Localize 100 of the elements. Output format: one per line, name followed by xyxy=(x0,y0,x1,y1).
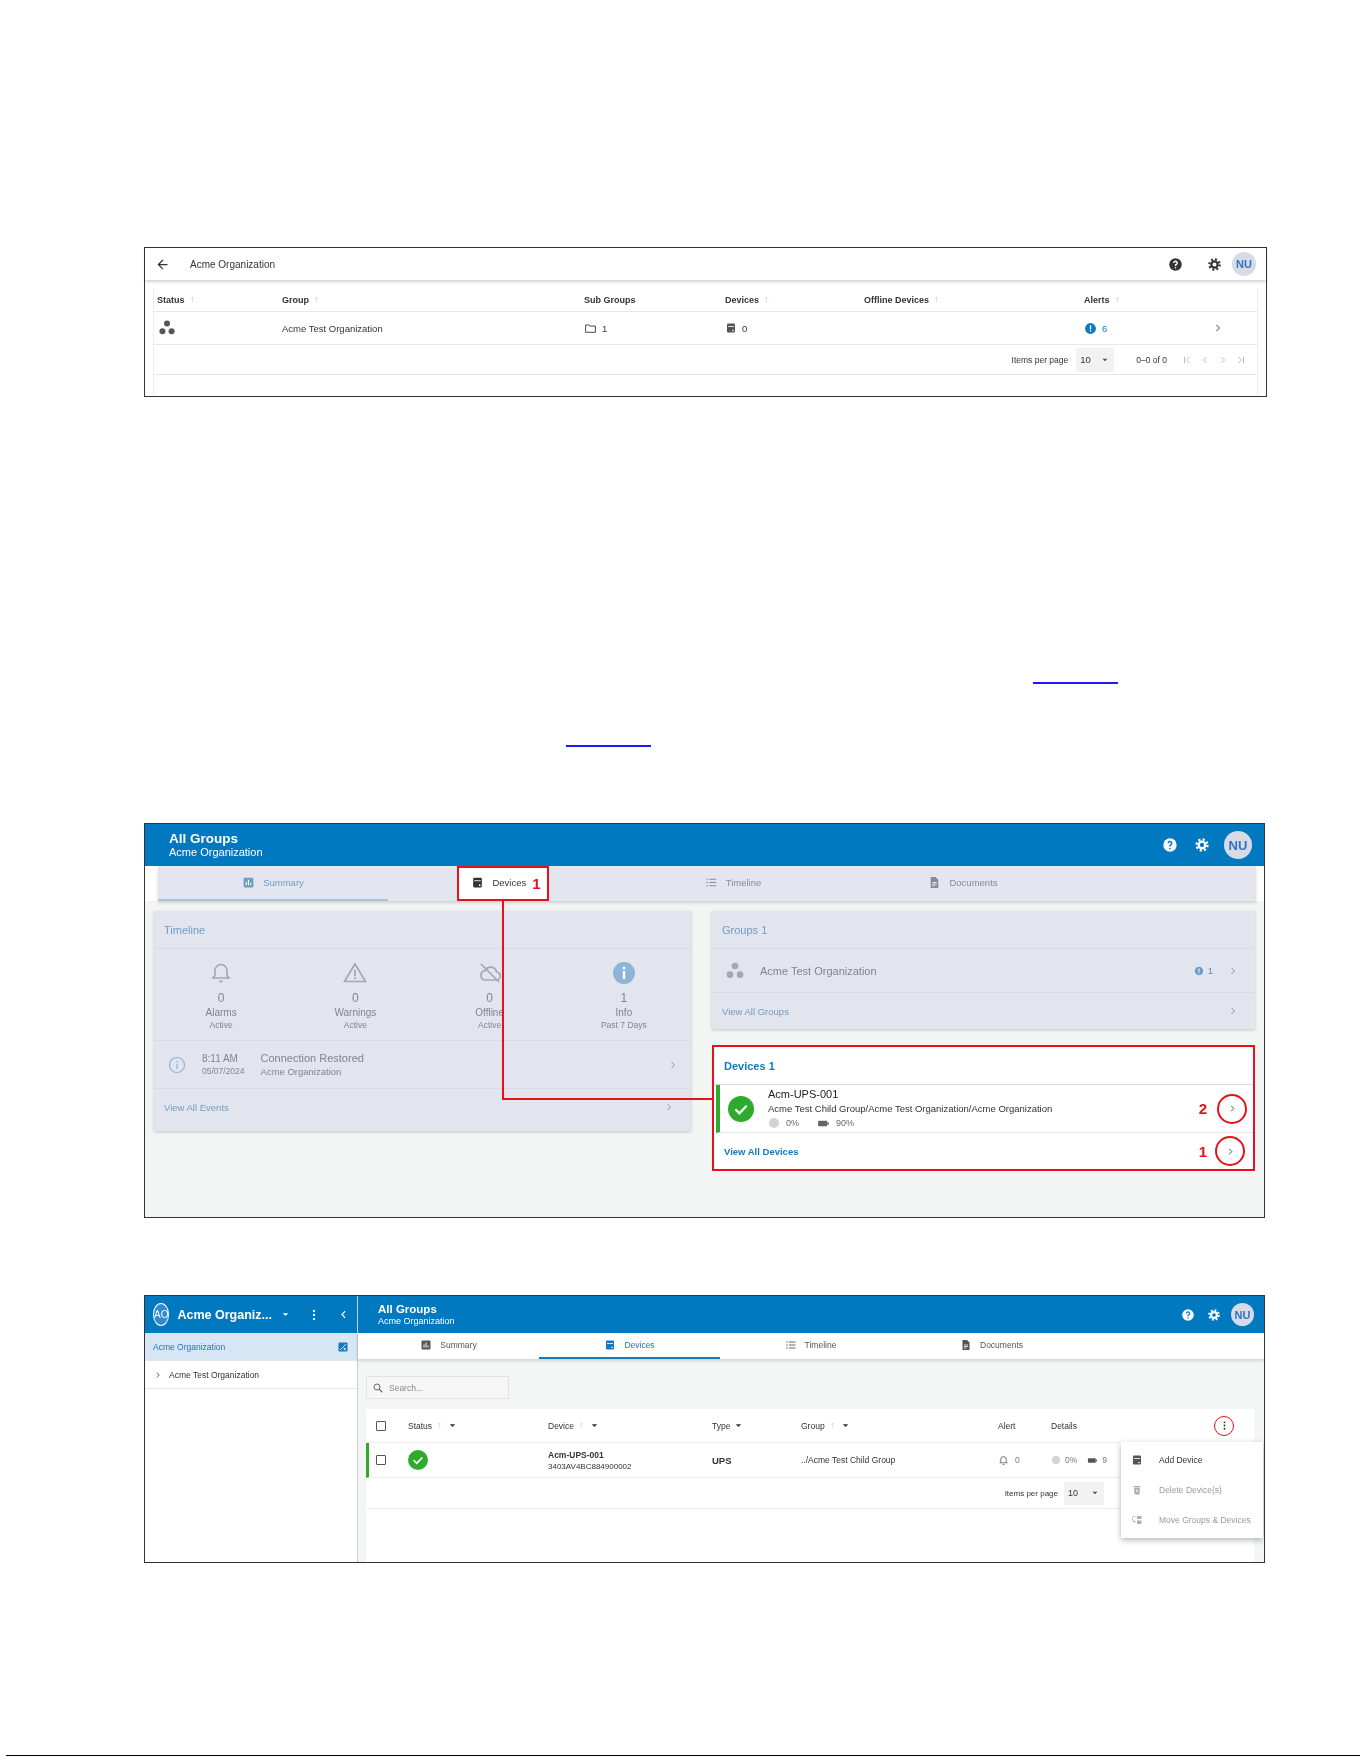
page-title: Acme Organization xyxy=(190,258,276,270)
timeline-icon xyxy=(704,876,718,889)
device-name[interactable]: Acm-UPS-001 xyxy=(548,1449,712,1460)
callout-number: 2 xyxy=(1198,1100,1207,1117)
page-subtitle: Acme Organization xyxy=(169,846,263,859)
alert-icon xyxy=(1193,965,1204,976)
stat-count: 0 xyxy=(352,991,359,1005)
battery-value: 9 xyxy=(1102,1455,1108,1465)
card-title: Groups 1 xyxy=(722,923,768,936)
table-cell: Acme Test Organization xyxy=(282,322,383,334)
stat-label: Alarms xyxy=(205,1007,237,1018)
org-selector[interactable]: Acme Organiz... xyxy=(177,1307,272,1322)
column-header[interactable]: Type xyxy=(712,1420,731,1431)
status-ok-icon xyxy=(408,1450,428,1470)
move-icon xyxy=(1131,1514,1143,1526)
devices-icon xyxy=(604,1339,617,1351)
table-cell-text: ../Acme Test Child Group xyxy=(801,1455,897,1465)
device-serial: 3403AV4BC884900002 xyxy=(548,1461,633,1471)
info-icon xyxy=(611,961,636,985)
device-path: Acme Test Child Group/Acme Test Organization/Acme Organization xyxy=(768,1102,1053,1114)
stat-sublabel: Active xyxy=(343,1020,367,1030)
page-size-select[interactable]: 10 xyxy=(1076,347,1115,372)
column-header[interactable]: Devices xyxy=(725,294,760,305)
stat-sublabel: Active xyxy=(478,1020,502,1030)
bell-icon xyxy=(998,1454,1009,1466)
device-name[interactable]: Acm-UPS-001 xyxy=(768,1087,1053,1100)
select-all-checkbox[interactable] xyxy=(376,1420,386,1431)
warning-icon xyxy=(343,961,368,985)
tree-item[interactable]: Acme Test Organization xyxy=(145,1361,357,1389)
callout-number: 1 xyxy=(532,875,541,892)
table-cell: 1 xyxy=(602,322,608,334)
tab[interactable]: Documents xyxy=(901,1333,1082,1359)
info-icon xyxy=(168,1055,186,1074)
menu-item[interactable]: Add Device xyxy=(1121,1445,1263,1475)
user-avatar[interactable]: NU xyxy=(1231,1303,1254,1326)
event-title: Connection Restored xyxy=(260,1052,364,1064)
column-header[interactable]: Alert xyxy=(998,1420,1016,1431)
page-subtitle: Acme Organization xyxy=(378,1315,455,1327)
stat-count: 1 xyxy=(620,991,628,1005)
search-field[interactable]: Search... xyxy=(366,1376,509,1399)
trash-icon xyxy=(1131,1484,1143,1496)
event-date: 05/07/2024 xyxy=(202,1066,245,1076)
tab[interactable]: Timeline xyxy=(720,1333,901,1359)
device-icon xyxy=(1131,1454,1143,1466)
column-header[interactable]: Group xyxy=(282,294,309,305)
stat-label: Offline xyxy=(475,1007,504,1018)
stat-label: Warnings xyxy=(334,1007,377,1018)
tree-item[interactable]: Acme Organization xyxy=(145,1333,357,1361)
tab[interactable]: Devices xyxy=(471,876,527,891)
cloud-off-icon xyxy=(477,961,502,985)
event-subtitle: Acme Organization xyxy=(260,1066,343,1077)
alert-icon xyxy=(1084,321,1097,335)
stat-label: Info xyxy=(615,1007,633,1018)
card-title: Devices 1 xyxy=(724,1059,775,1072)
items-per-page-label: Items per page xyxy=(1011,354,1069,365)
tab[interactable]: Summary xyxy=(358,1333,539,1359)
page-title: All Groups xyxy=(378,1302,438,1316)
documents-icon xyxy=(960,1339,972,1351)
summary-icon xyxy=(242,876,256,889)
column-header[interactable]: Alerts xyxy=(1084,294,1110,305)
org-avatar[interactable]: AO xyxy=(153,1303,170,1326)
callout-number: 1 xyxy=(1198,1142,1207,1160)
stat-count: 0 xyxy=(486,991,493,1005)
alert-count: 1 xyxy=(1207,965,1213,976)
column-header[interactable]: Status xyxy=(157,294,185,305)
signal-icon xyxy=(1051,1455,1061,1465)
event-time: 8:11 AM xyxy=(202,1053,239,1064)
signal-value: 0% xyxy=(1065,1455,1078,1465)
view-all-link[interactable]: View All Devices xyxy=(724,1145,799,1157)
devices-icon xyxy=(471,876,485,889)
column-header[interactable]: Device xyxy=(548,1420,574,1431)
page-title: All Groups xyxy=(169,831,239,846)
row-checkbox[interactable] xyxy=(376,1455,386,1465)
summary-icon xyxy=(420,1339,433,1351)
table-cell: 0 xyxy=(742,322,748,334)
settings-icon[interactable] xyxy=(1207,256,1222,272)
alert-count[interactable]: 6 xyxy=(1102,322,1108,334)
battery-value: 90% xyxy=(836,1118,855,1128)
column-header[interactable]: Offline Devices xyxy=(864,294,930,305)
tab[interactable]: Devices xyxy=(539,1333,720,1359)
column-header[interactable]: Status xyxy=(408,1420,433,1431)
items-per-page-label: Items per page xyxy=(1004,1488,1058,1498)
column-header[interactable]: Details xyxy=(1051,1420,1077,1431)
table-cell-text: UPS xyxy=(712,1454,733,1466)
help-icon[interactable] xyxy=(1168,256,1183,272)
folder-icon xyxy=(584,321,597,335)
alert-count: 0 xyxy=(1015,1455,1020,1465)
page-size-select[interactable]: 10 xyxy=(1064,1481,1104,1505)
status-ok-icon xyxy=(728,1095,754,1122)
signal-value: 0% xyxy=(786,1118,799,1128)
stat-count: 0 xyxy=(217,991,225,1005)
device-icon xyxy=(725,322,737,334)
stat-sublabel: Active xyxy=(209,1020,233,1030)
page-range: 0–0 of 0 xyxy=(1136,354,1167,365)
stat-sublabel: Past 7 Days xyxy=(600,1020,647,1030)
card-title: Timeline xyxy=(164,923,206,936)
column-header[interactable]: Sub Groups xyxy=(584,294,636,305)
edit-icon[interactable] xyxy=(337,1340,349,1353)
signal-icon xyxy=(768,1117,780,1129)
column-header[interactable]: Group xyxy=(801,1420,825,1431)
